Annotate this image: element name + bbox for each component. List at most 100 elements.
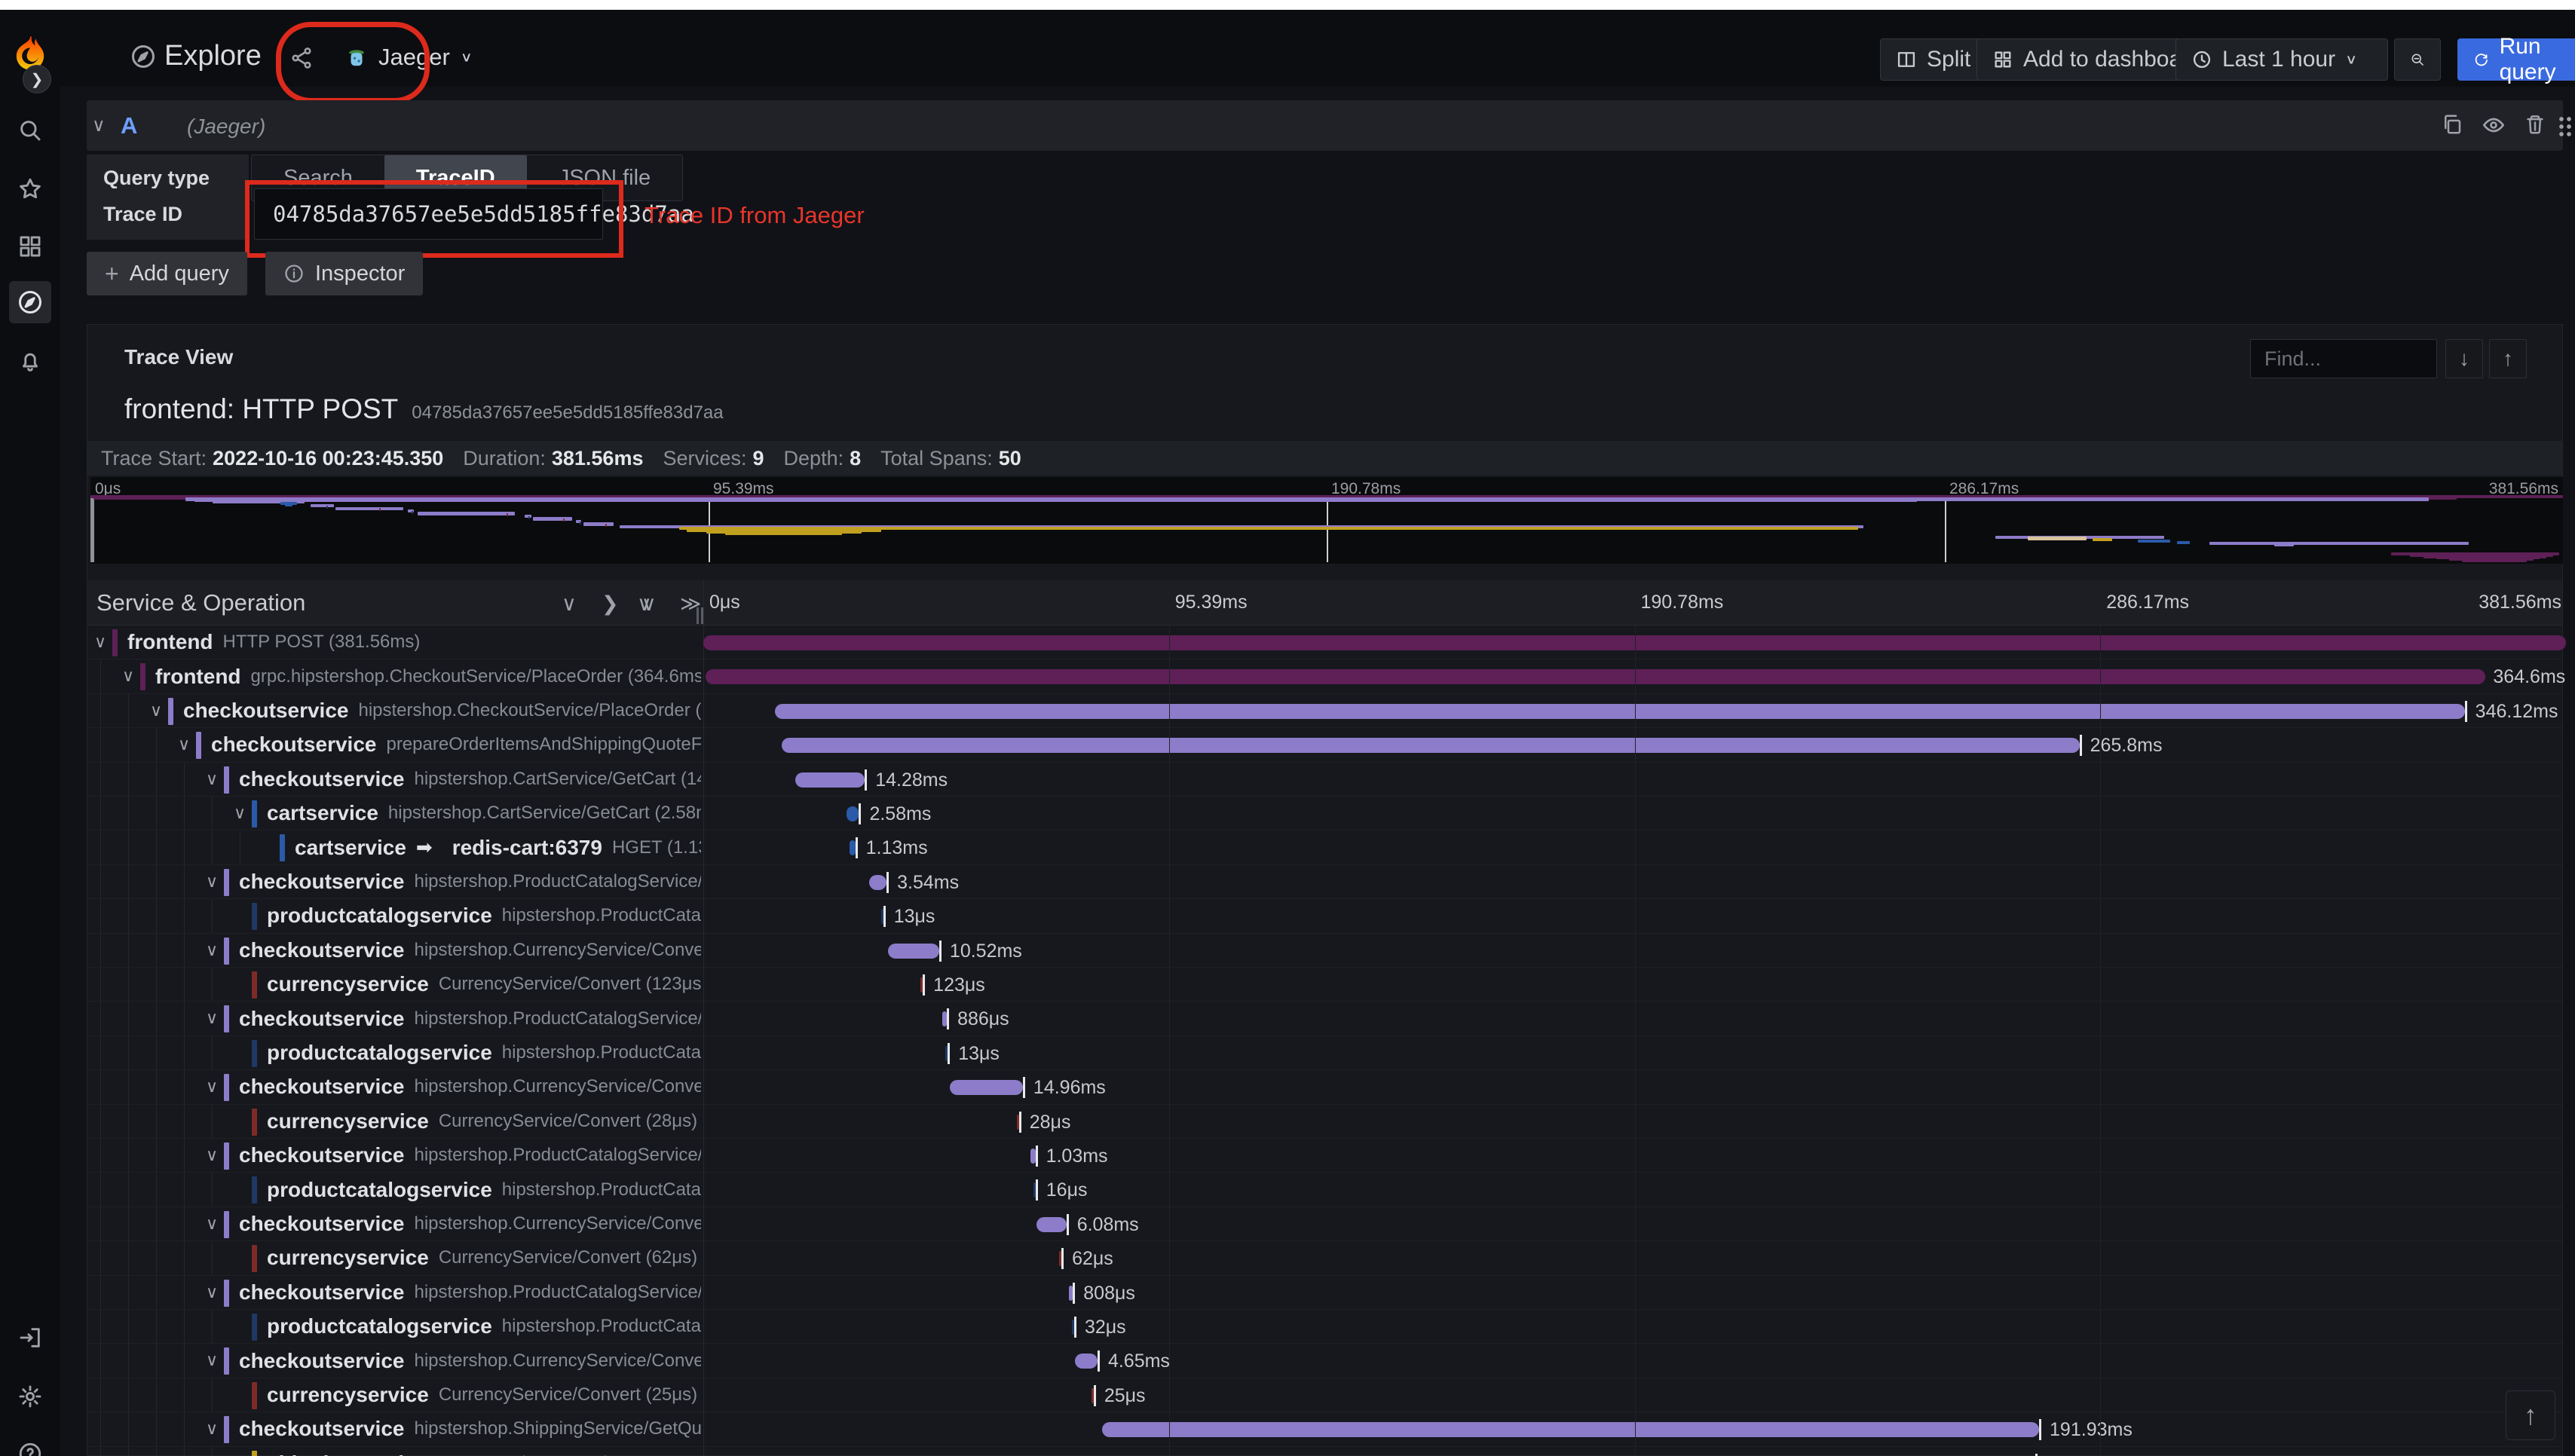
trace-span-row[interactable]: currencyservice CurrencyService/Convert (… <box>87 968 2562 1002</box>
trace-span-row[interactable]: productcatalogservice hipstershop.Product… <box>87 1173 2562 1207</box>
plus-icon: + <box>105 259 119 287</box>
sidebar-expand-button[interactable]: ❯ <box>23 65 51 93</box>
span-duration-bar[interactable] <box>782 738 2080 754</box>
trace-span-row[interactable]: ∨ frontend grpc.hipstershop.CheckoutServic… <box>87 659 2565 693</box>
alerting-bell-icon[interactable] <box>15 346 45 376</box>
indent-guide <box>212 1104 213 1138</box>
find-next-button[interactable]: ↓ <box>2445 339 2483 378</box>
span-duration-bar[interactable] <box>1036 1216 1067 1232</box>
collapse-one-icon[interactable]: ∨ <box>562 592 577 616</box>
chevron-down-icon: ∨ <box>2345 51 2358 67</box>
trace-span-row[interactable]: ∨ checkoutservice hipstershop.CurrencyServ… <box>87 1344 2562 1378</box>
collapse-chevron-icon[interactable]: ∨ <box>92 115 106 136</box>
trace-span-row[interactable]: currencyservice CurrencyService/Convert (… <box>87 1241 2562 1275</box>
span-collapse-chevron-icon[interactable]: ∨ <box>206 941 218 960</box>
trace-span-row[interactable]: ∨ checkoutservice hipstershop.ProductCatal… <box>87 1139 2562 1173</box>
span-collapse-chevron-icon[interactable]: ∨ <box>206 1077 218 1097</box>
query-row-header[interactable] <box>87 100 2563 151</box>
span-collapse-chevron-icon[interactable]: ∨ <box>94 632 106 652</box>
span-collapse-chevron-icon[interactable]: ∨ <box>234 1454 246 1456</box>
minimap-span-bar <box>506 513 508 517</box>
trace-span-row[interactable]: currencyservice CurrencyService/Convert (… <box>87 1104 2562 1139</box>
span-duration-bar[interactable] <box>846 806 859 821</box>
trace-id-label: Trace ID <box>87 188 249 240</box>
settings-gear-icon[interactable] <box>15 1381 45 1412</box>
trace-span-row[interactable]: productcatalogservice hipstershop.Product… <box>87 1310 2562 1344</box>
delete-query-trash-icon[interactable] <box>2524 113 2546 139</box>
span-collapse-chevron-icon[interactable]: ∨ <box>206 1419 218 1439</box>
span-duration-label: 13μs <box>958 1042 1000 1064</box>
trace-span-row[interactable]: ∨ checkoutservice hipstershop.CheckoutServ… <box>87 693 2562 728</box>
minimap-viewport-handle[interactable] <box>90 497 94 562</box>
explore-compass-icon[interactable] <box>15 287 45 317</box>
trace-span-row[interactable]: ∨ checkoutservice hipstershop.CurrencyServ… <box>87 1207 2562 1241</box>
span-duration-label: 62μs <box>1072 1248 1113 1270</box>
search-icon[interactable] <box>15 115 45 145</box>
span-collapse-chevron-icon[interactable]: ∨ <box>178 735 190 754</box>
sign-in-icon[interactable] <box>15 1323 45 1353</box>
toggle-visibility-eye-icon[interactable] <box>2482 113 2506 141</box>
span-collapse-chevron-icon[interactable]: ∨ <box>206 769 218 789</box>
trace-span-row[interactable]: ∨ shippingservice get-quote (181.98ms) 181.… <box>87 1446 2562 1456</box>
drag-handle-icon[interactable] <box>2557 115 2573 142</box>
collapse-all-icon[interactable]: ∨∨ <box>637 592 656 616</box>
resize-grip[interactable] <box>697 607 699 624</box>
find-prev-button[interactable]: ↑ <box>2489 339 2527 378</box>
find-input[interactable]: Find... <box>2250 339 2437 378</box>
span-duration-bar[interactable] <box>1030 1149 1036 1164</box>
add-query-button[interactable]: + Add query <box>87 252 247 295</box>
span-collapse-chevron-icon[interactable]: ∨ <box>206 872 218 892</box>
indent-guide <box>156 762 157 796</box>
span-collapse-chevron-icon[interactable]: ∨ <box>206 1008 218 1028</box>
duplicate-query-icon[interactable] <box>2441 113 2463 139</box>
dashboards-icon[interactable] <box>15 231 45 262</box>
trace-span-row[interactable]: ∨ checkoutservice hipstershop.ShippingServ… <box>87 1412 2562 1446</box>
span-collapse-chevron-icon[interactable]: ∨ <box>150 701 162 720</box>
operation-name: hipstershop.ProductCatalogService/GetPro… <box>501 905 701 926</box>
scroll-to-top-button[interactable]: ↑ <box>2506 1390 2555 1440</box>
trace-span-row[interactable]: productcatalogservice hipstershop.Product… <box>87 899 2562 933</box>
span-duration-bar[interactable] <box>869 874 887 890</box>
span-duration-bar[interactable] <box>1074 1354 1098 1369</box>
span-duration-bar[interactable] <box>950 1080 1023 1096</box>
span-collapse-chevron-icon[interactable]: ∨ <box>234 803 246 823</box>
span-duration-bar[interactable] <box>795 772 865 788</box>
trace-span-row[interactable]: ∨ cartservice hipstershop.CartService/GetC… <box>87 797 2562 830</box>
trace-span-row[interactable]: ∨ checkoutservice hipstershop.ProductCatal… <box>87 1002 2562 1035</box>
span-collapse-chevron-icon[interactable]: ∨ <box>206 1146 218 1165</box>
resize-grip[interactable] <box>701 607 703 624</box>
span-end-tick <box>2039 1419 2042 1441</box>
trace-span-row[interactable]: productcatalogservice hipstershop.Product… <box>87 1035 2562 1070</box>
span-duration-bar[interactable] <box>706 669 2486 685</box>
trace-span-row[interactable]: currencyservice CurrencyService/Convert (… <box>87 1378 2562 1412</box>
trace-span-row[interactable]: ∨ checkoutservice prepareOrderItemsAndShip… <box>87 728 2562 762</box>
span-duration-bar[interactable] <box>887 943 939 959</box>
operation-name: CurrencyService/Convert (123μs) <box>438 974 701 995</box>
trace-span-row[interactable]: ∨ checkoutservice hipstershop.ProductCatal… <box>87 864 2562 899</box>
trace-span-row[interactable]: ∨ checkoutservice hipstershop.CurrencyServ… <box>87 1070 2562 1104</box>
span-duration-bar[interactable] <box>850 840 856 856</box>
zoom-out-button[interactable] <box>2394 38 2441 81</box>
span-collapse-chevron-icon[interactable]: ∨ <box>122 666 134 686</box>
help-icon[interactable] <box>15 1439 45 1456</box>
span-collapse-chevron-icon[interactable]: ∨ <box>206 1283 218 1302</box>
expand-one-icon[interactable]: ❯ <box>602 592 619 616</box>
service-color-indicator <box>252 1450 257 1456</box>
peer-service-name: redis-cart:6379 <box>452 835 602 859</box>
split-button[interactable]: Split <box>1880 38 1987 81</box>
span-duration-bar[interactable] <box>1102 1422 2040 1438</box>
trace-span-row[interactable]: ∨ checkoutservice hipstershop.CartService/… <box>87 762 2562 797</box>
time-range-picker[interactable]: Last 1 hour ∨ <box>2175 38 2388 81</box>
span-duration-bar[interactable] <box>775 703 2465 719</box>
star-icon[interactable] <box>15 174 45 204</box>
trace-minimap[interactable]: 0μs 95.39ms 190.78ms 286.17ms 381.56ms <box>90 477 2563 564</box>
trace-span-row[interactable]: cartservice ➡ redis-cart:6379 HGET (1.13ms)… <box>87 830 2562 864</box>
span-collapse-chevron-icon[interactable]: ∨ <box>206 1350 218 1370</box>
trace-span-row[interactable]: ∨ checkoutservice hipstershop.CurrencyServ… <box>87 933 2562 968</box>
trace-span-row[interactable]: ∨ frontend HTTP POST (381.56ms) <box>87 626 2566 659</box>
split-button-label: Split <box>1927 47 1971 72</box>
inspector-button[interactable]: Inspector <box>265 252 424 295</box>
trace-span-row[interactable]: ∨ checkoutservice hipstershop.ProductCatal… <box>87 1275 2562 1310</box>
span-collapse-chevron-icon[interactable]: ∨ <box>206 1214 218 1234</box>
run-query-button[interactable]: Run query ∨ <box>2457 34 2575 84</box>
